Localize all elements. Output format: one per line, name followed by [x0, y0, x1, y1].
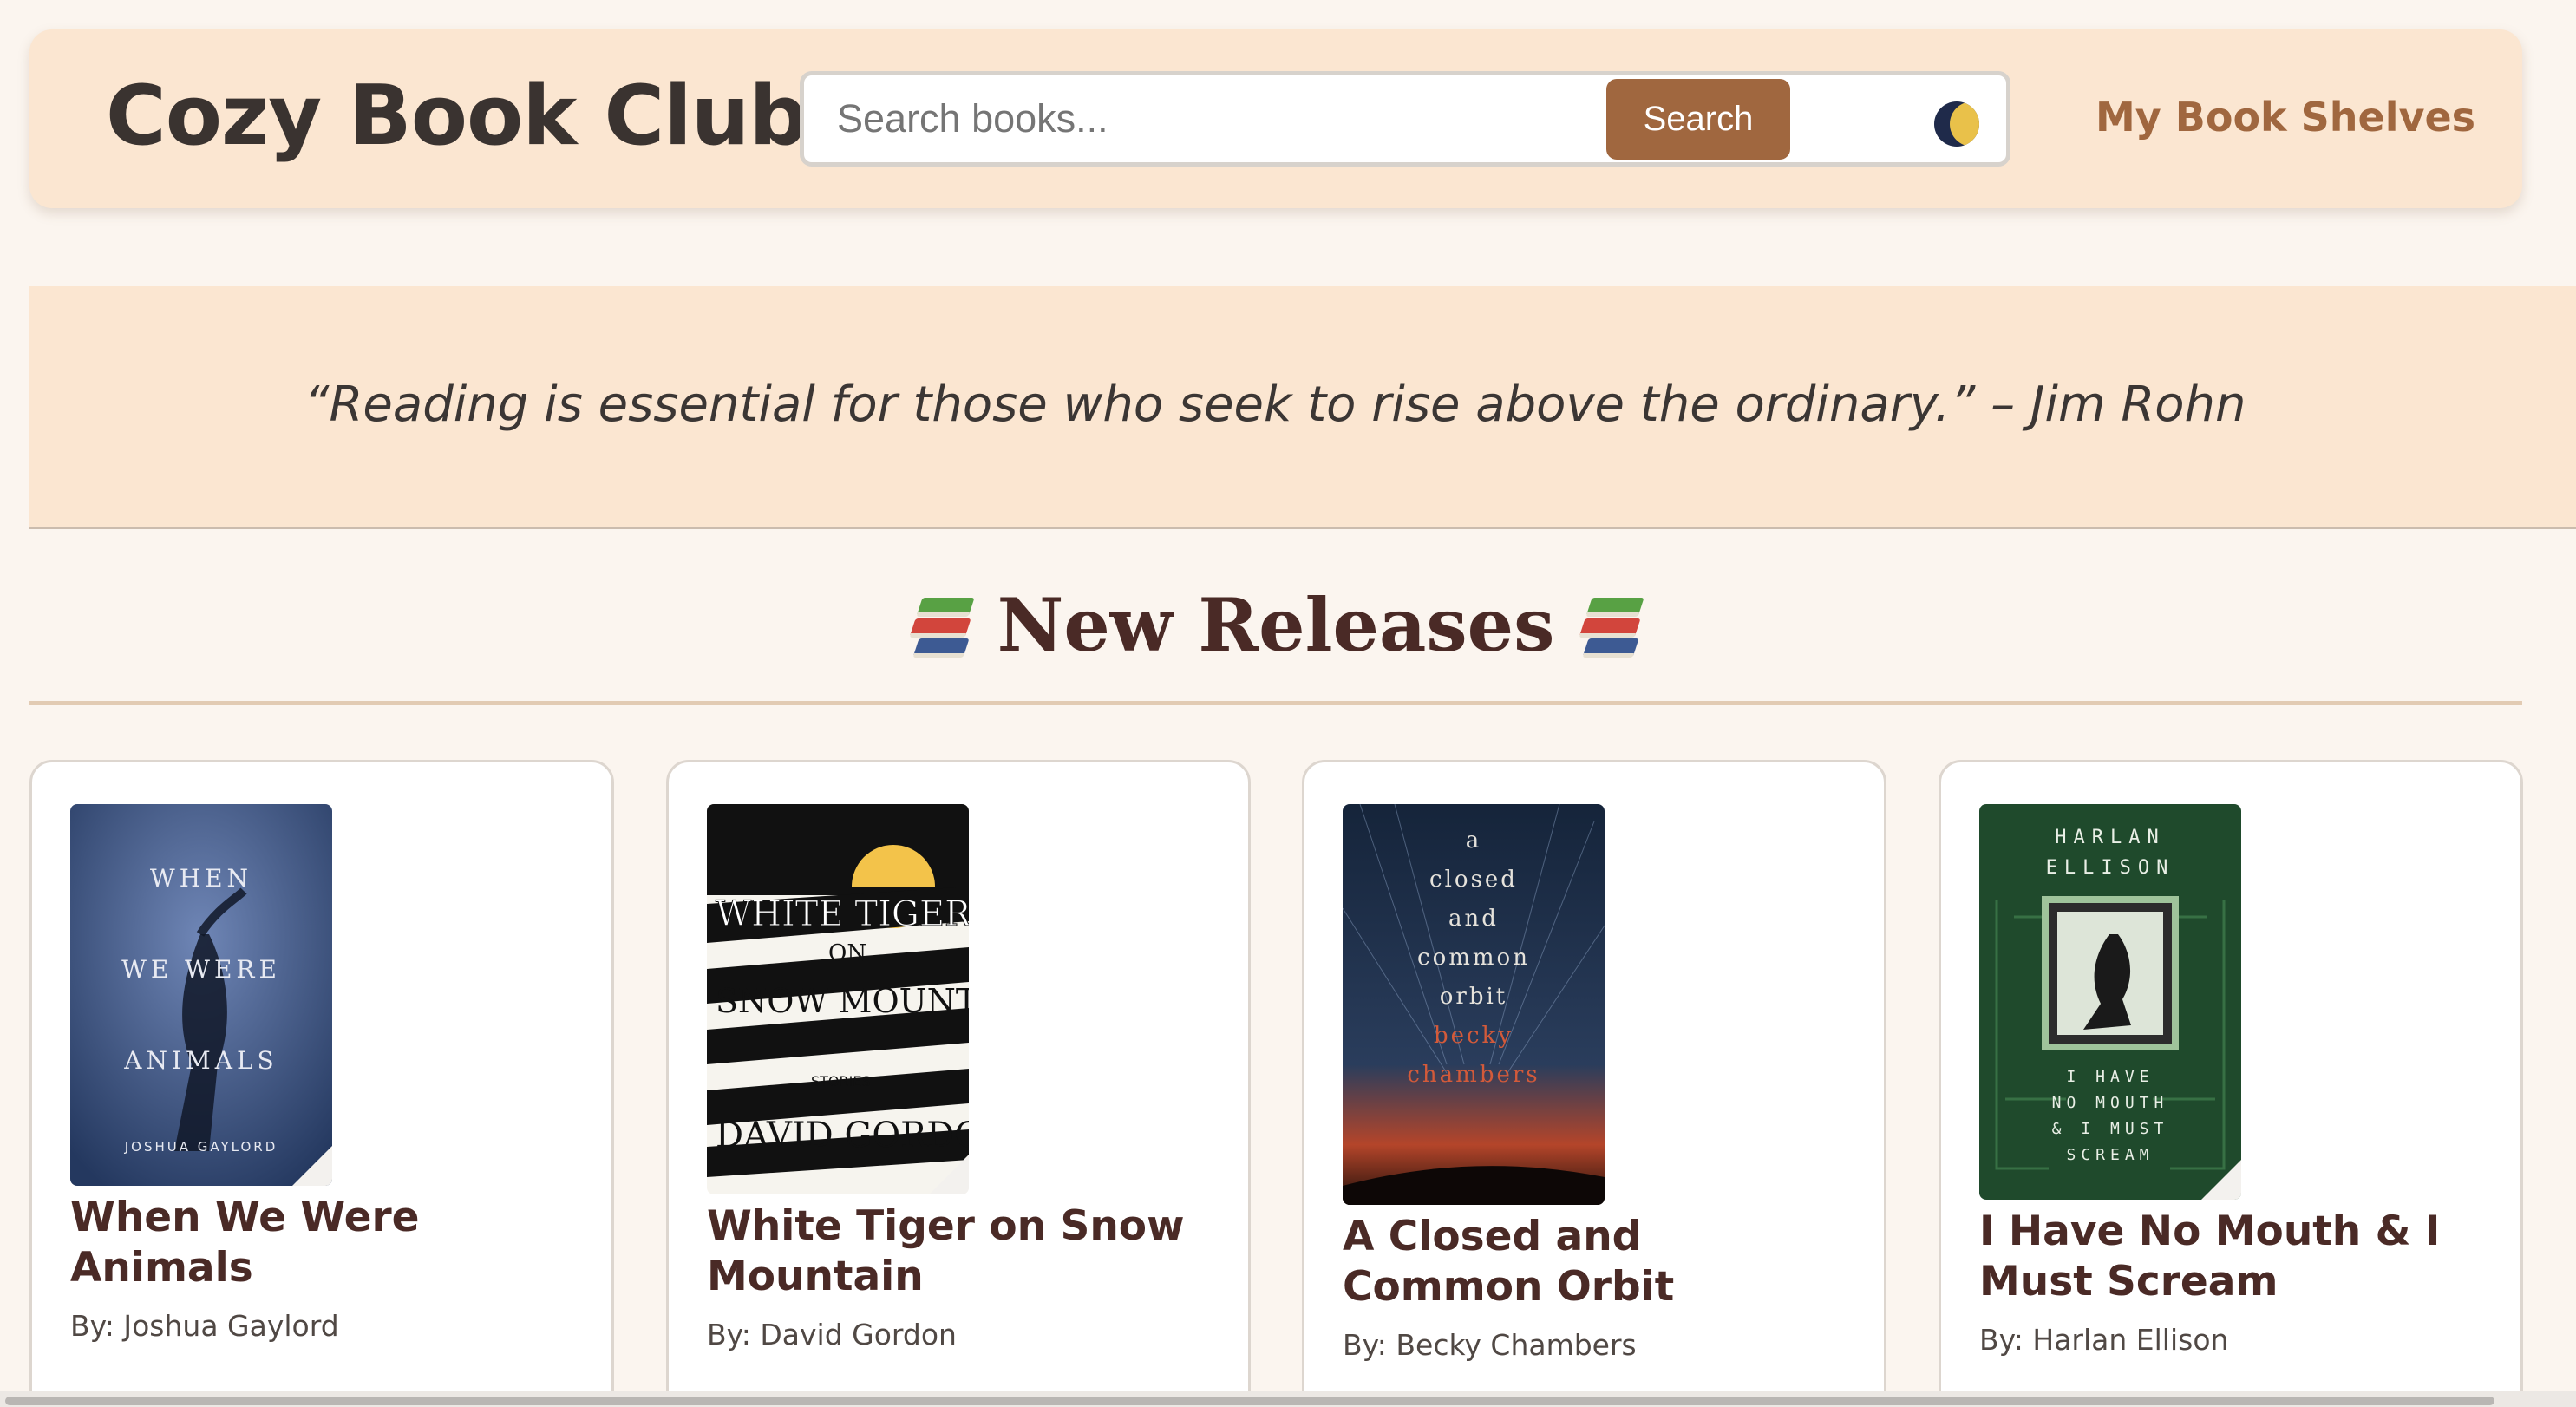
books-icon: [907, 591, 975, 658]
cover-text: and: [1448, 906, 1499, 932]
cover-text: JOSHUA GAYLORD: [124, 1139, 278, 1155]
cover-text: chambers: [1407, 1062, 1540, 1088]
page-curl: [2201, 1160, 2241, 1200]
cover-text: ON: [828, 940, 866, 966]
cover-text: & I MUST: [2052, 1120, 2169, 1138]
cover-text: WHEN: [150, 864, 252, 893]
cover-text: STORIES: [811, 1073, 871, 1090]
cover-text: common: [1417, 945, 1530, 971]
book-title[interactable]: I Have No Mouth & I Must Scream: [1979, 1207, 2486, 1307]
book-card[interactable]: a closed and common orbit becky chambers…: [1302, 760, 1886, 1407]
site-title[interactable]: Cozy Book Club: [106, 69, 807, 164]
search-input[interactable]: [800, 71, 2010, 167]
search-button[interactable]: Search: [1606, 79, 1790, 160]
book-cover-image[interactable]: WHITE TIGER ON SNOW MOUNTAIN STORIES DAV…: [707, 804, 969, 1194]
scrollbar-thumb[interactable]: [5, 1397, 2494, 1405]
page-curl: [929, 1155, 969, 1194]
cover-text: SNOW MOUNTAIN: [716, 982, 969, 1020]
section-title: New Releases: [997, 581, 1555, 668]
page-curl: [292, 1146, 332, 1186]
section-divider: [29, 701, 2522, 705]
book-cover-image[interactable]: WHEN WE WERE ANIMALS JOSHUA GAYLORD: [70, 804, 332, 1186]
cover-text: orbit: [1440, 984, 1508, 1010]
book-cover-image[interactable]: a closed and common orbit becky chambers: [1343, 804, 1605, 1205]
section-heading: New Releases: [29, 581, 2522, 668]
cover-text: closed: [1429, 867, 1518, 893]
cover-text: HARLAN: [2055, 827, 2165, 848]
cover-text: NO MOUTH: [2052, 1094, 2169, 1112]
book-author: By: David Gordon: [707, 1318, 957, 1351]
moon-icon[interactable]: [1934, 101, 1979, 147]
horizontal-scrollbar[interactable]: [0, 1391, 2576, 1407]
cover-text: SCREAM: [2066, 1146, 2154, 1164]
cover-text: WHITE TIGER: [716, 894, 969, 934]
book-title[interactable]: A Closed and Common Orbit: [1343, 1212, 1849, 1312]
book-card[interactable]: HARLAN ELLISON I HAVE NO MOUTH & I MUST …: [1939, 760, 2523, 1407]
book-title[interactable]: When We Were Animals: [70, 1193, 577, 1293]
cover-text: DAVID GORDON: [716, 1116, 969, 1155]
cover-text: becky: [1434, 1023, 1514, 1049]
book-author: By: Becky Chambers: [1343, 1328, 1637, 1362]
quote-text: “Reading is essential for those who seek…: [304, 376, 2246, 433]
cover-text: a: [1466, 828, 1482, 854]
books-icon: [1577, 591, 1644, 658]
cover-text: I HAVE: [2066, 1068, 2154, 1086]
my-book-shelves-link[interactable]: My Book Shelves: [2095, 94, 2475, 141]
site-header: Cozy Book Club Search My Book Shelves: [29, 29, 2522, 208]
quote-banner: “Reading is essential for those who seek…: [29, 286, 2576, 529]
book-title[interactable]: White Tiger on Snow Mountain: [707, 1201, 1213, 1302]
cover-text: ANIMALS: [123, 1046, 278, 1075]
book-author: By: Harlan Ellison: [1979, 1323, 2229, 1357]
book-author: By: Joshua Gaylord: [70, 1309, 339, 1343]
cover-text: ELLISON: [2046, 857, 2175, 879]
cover-text: WE WERE: [121, 955, 281, 984]
book-card[interactable]: WHITE TIGER ON SNOW MOUNTAIN STORIES DAV…: [666, 760, 1251, 1407]
book-cover-image[interactable]: HARLAN ELLISON I HAVE NO MOUTH & I MUST …: [1979, 804, 2241, 1200]
book-card[interactable]: WHEN WE WERE ANIMALS JOSHUA GAYLORD When…: [29, 760, 614, 1407]
